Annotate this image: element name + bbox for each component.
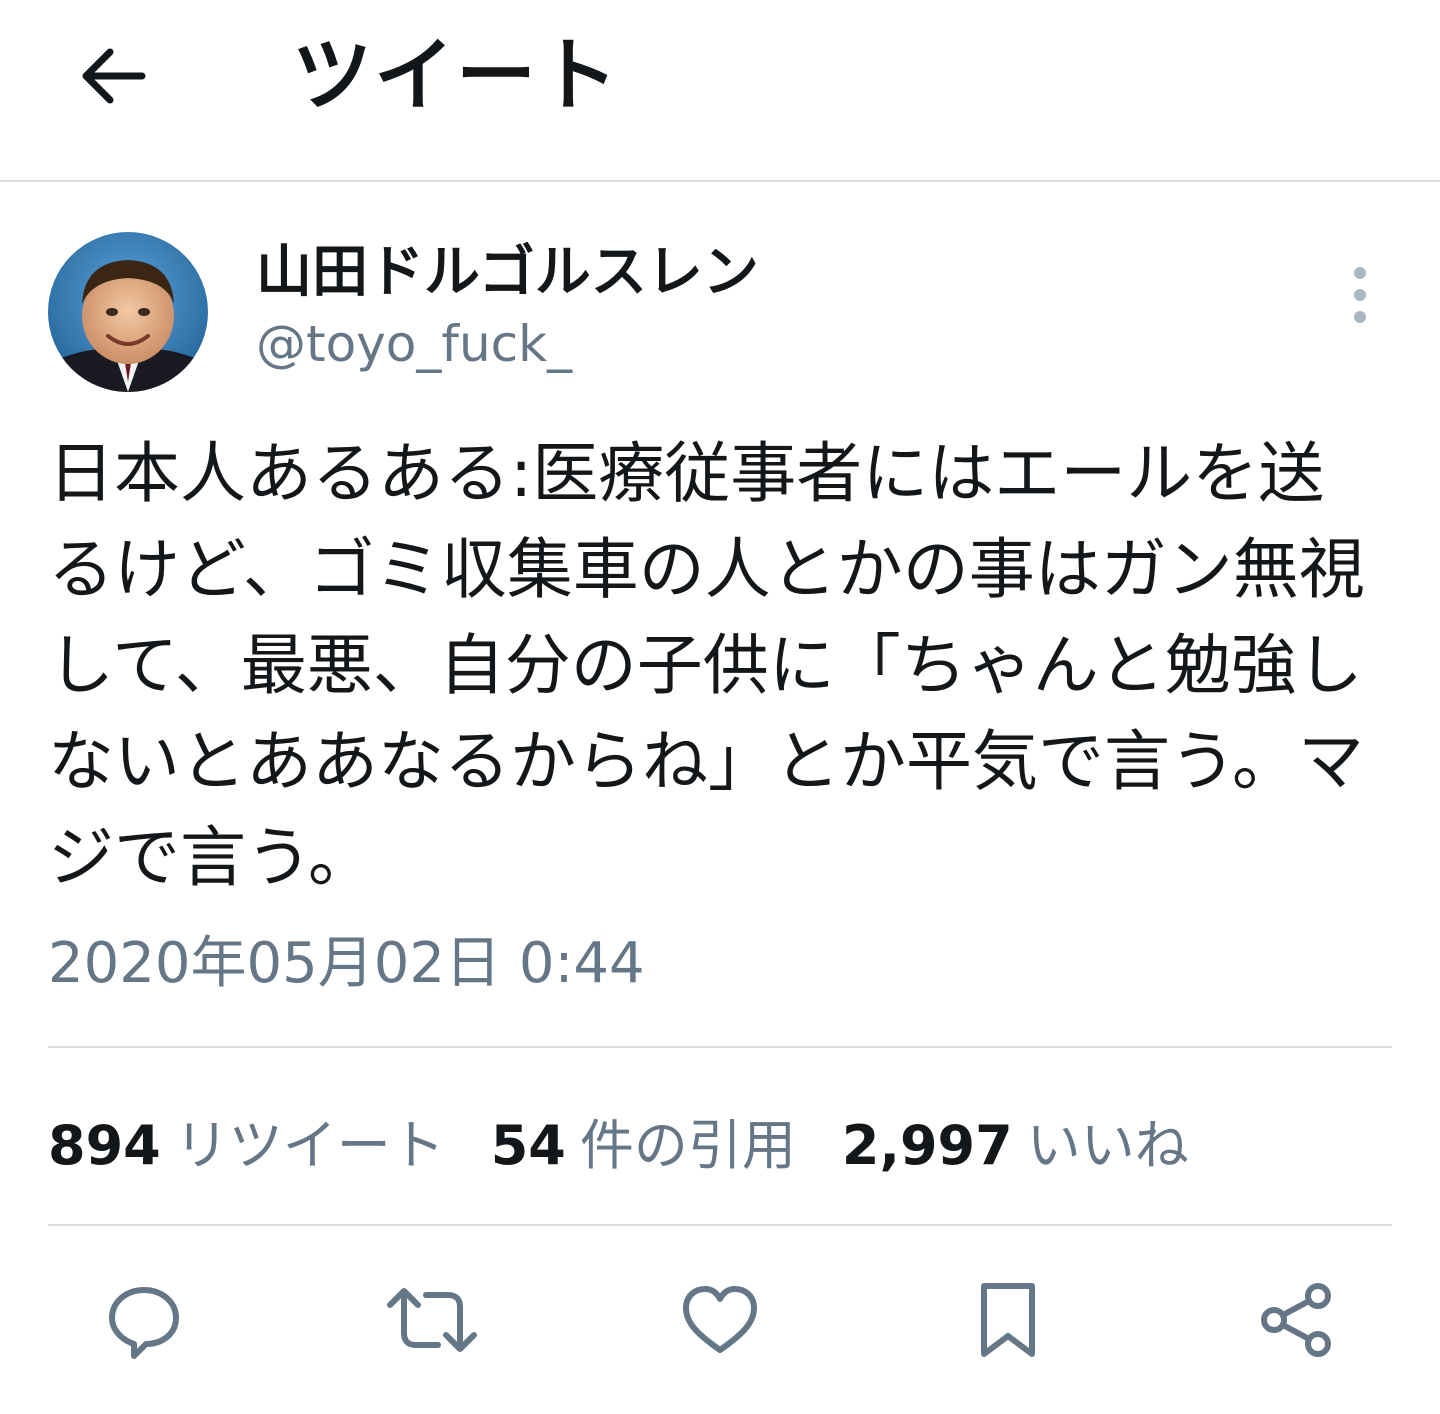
quotes-count: 54 <box>490 1113 566 1177</box>
tweet-timestamp: 2020年05月02日 0:44 <box>48 931 645 996</box>
divider <box>48 1224 1392 1226</box>
bookmark-button[interactable] <box>958 1270 1058 1370</box>
retweets-count: 894 <box>48 1113 161 1177</box>
back-button[interactable] <box>72 36 152 116</box>
more-options-button[interactable] <box>1336 262 1384 328</box>
display-name[interactable]: 山田ドルゴルスレン <box>256 238 759 308</box>
tweet-stats: 894 リツイート 54 件の引用 2,997 いいね <box>48 1104 1235 1177</box>
likes-count: 2,997 <box>841 1113 1013 1177</box>
tweet-text: 日本人あるある:医療従事者にはエールを送るけど、ゴミ収集車の人とかの事はガン無視… <box>48 435 1365 896</box>
bookmark-icon <box>981 1283 1035 1357</box>
quotes-label: 件の引用 <box>579 1113 796 1177</box>
like-button[interactable] <box>670 1270 770 1370</box>
share-button[interactable] <box>1246 1270 1346 1370</box>
reply-icon <box>109 1287 179 1359</box>
retweets-label: リツイート <box>174 1113 445 1177</box>
tweet-action-bar <box>0 1270 1440 1370</box>
arrow-left-icon <box>82 48 146 104</box>
quotes-stat[interactable]: 54 件の引用 <box>491 1101 796 1180</box>
page-title: ツイート <box>292 29 620 122</box>
share-icon <box>1261 1283 1331 1357</box>
avatar-photo <box>48 232 208 392</box>
avatar[interactable] <box>48 232 208 392</box>
retweet-button[interactable] <box>382 1270 482 1370</box>
like-icon <box>683 1286 757 1353</box>
likes-stat[interactable]: 2,997 いいね <box>842 1101 1189 1180</box>
retweet-icon <box>387 1288 477 1352</box>
reply-button[interactable] <box>94 1270 194 1370</box>
divider <box>48 1046 1392 1048</box>
more-vertical-icon <box>1354 267 1366 323</box>
likes-label: いいね <box>1026 1113 1189 1177</box>
user-handle: @toyo_fuck_ <box>256 315 573 373</box>
top-app-bar: ツイート <box>0 0 1440 182</box>
retweets-stat[interactable]: 894 リツイート <box>48 1101 445 1180</box>
